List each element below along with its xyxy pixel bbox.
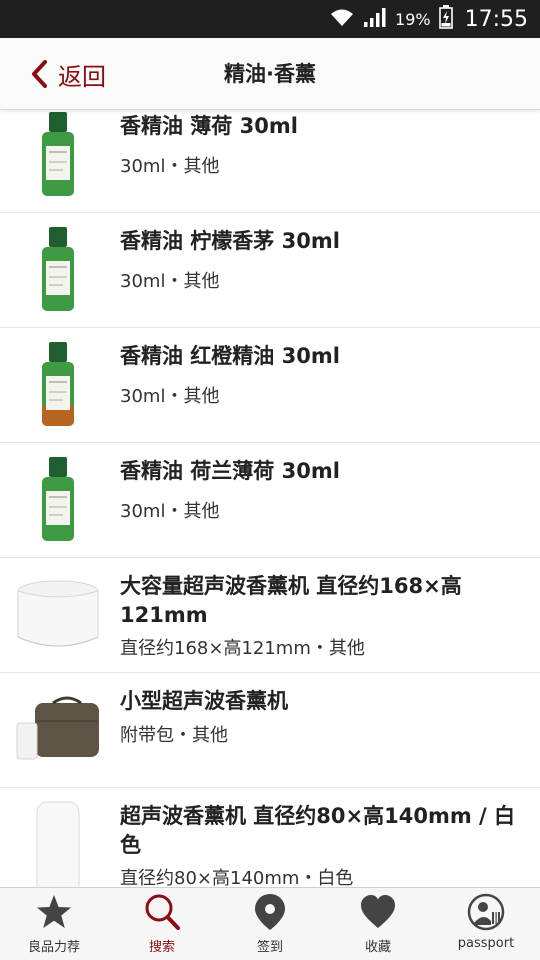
product-detail: 30ml・其他 [120,271,220,292]
tab-passport[interactable]: passport [432,888,540,960]
location-pin-icon [255,894,285,930]
product-detail: 30ml・其他 [120,386,220,407]
tab-search[interactable]: 搜索 [108,888,216,960]
tab-favorites[interactable]: 收藏 [324,888,432,960]
product-detail: 30ml・其他 [120,156,220,177]
small-diffuser-bag-icon [8,673,108,787]
heart-icon [361,895,395,928]
product-name: 小型超声波香薰机 [120,689,288,713]
tab-label: 搜索 [148,940,175,955]
product-detail: 直径约168×高121mm・其他 [120,638,365,659]
product-detail: 30ml・其他 [120,501,220,522]
chevron-left-icon [32,60,47,88]
large-diffuser-icon [8,558,108,672]
product-name: 大容量超声波香薰机 直径约168×高121mm [120,574,462,627]
product-item[interactable]: 香精油 薄荷 30ml 30ml・其他 [0,110,540,213]
orange-oil-bottle-icon [8,328,108,442]
tab-label: 签到 [256,940,283,955]
battery-charging-icon [438,5,453,33]
signal-icon [363,6,387,32]
product-name: 超声波香薰机 直径约80×高140mm / 白色 [120,804,516,857]
product-name: 香精油 薄荷 30ml [120,114,298,138]
status-bar: 19% 17:55 [0,0,540,38]
product-item[interactable]: 大容量超声波香薰机 直径约168×高121mm 直径约168×高121mm・其他 [0,558,540,673]
green-oil-bottle-icon [8,110,108,212]
green-oil-bottle-icon [8,213,108,327]
product-name: 香精油 红橙精油 30ml [120,344,340,368]
wifi-icon [329,6,355,32]
product-detail: 直径约80×高140mm・白色 [120,868,354,887]
passport-icon [467,893,505,931]
product-item[interactable]: 香精油 红橙精油 30ml 30ml・其他 [0,328,540,443]
tab-recommend[interactable]: 良品力荐 [0,888,108,960]
product-detail: 附带包・其他 [120,725,228,746]
tab-label: 良品力荐 [27,940,80,955]
navigation-bar: 精油·香薰 返回 [0,38,540,110]
back-label: 返回 [58,62,106,91]
clock: 17:55 [464,6,528,32]
tab-label: 收藏 [364,940,391,955]
product-item[interactable]: 香精油 柠檬香茅 30ml 30ml・其他 [0,213,540,328]
back-button[interactable]: 返回 [30,38,106,110]
star-icon [37,895,71,928]
product-name: 香精油 荷兰薄荷 30ml [120,459,340,483]
tab-label: passport [457,936,515,951]
bottom-tab-bar: 良品力荐 搜索 签到 收藏 passport [0,887,540,960]
product-list[interactable]: 香精油 薄荷 30ml 30ml・其他 香精油 柠檬香茅 30ml 30ml・其… [0,110,540,887]
green-oil-bottle-icon [8,443,108,557]
tall-diffuser-icon [8,788,108,887]
product-item[interactable]: 香精油 荷兰薄荷 30ml 30ml・其他 [0,443,540,558]
product-item[interactable]: 小型超声波香薰机 附带包・其他 [0,673,540,788]
tab-checkin[interactable]: 签到 [216,888,324,960]
product-name: 香精油 柠檬香茅 30ml [120,229,340,253]
battery-percent: 19% [395,9,431,29]
product-item[interactable]: 超声波香薰机 直径约80×高140mm / 白色 直径约80×高140mm・白色 [0,788,540,887]
search-icon [145,894,180,930]
